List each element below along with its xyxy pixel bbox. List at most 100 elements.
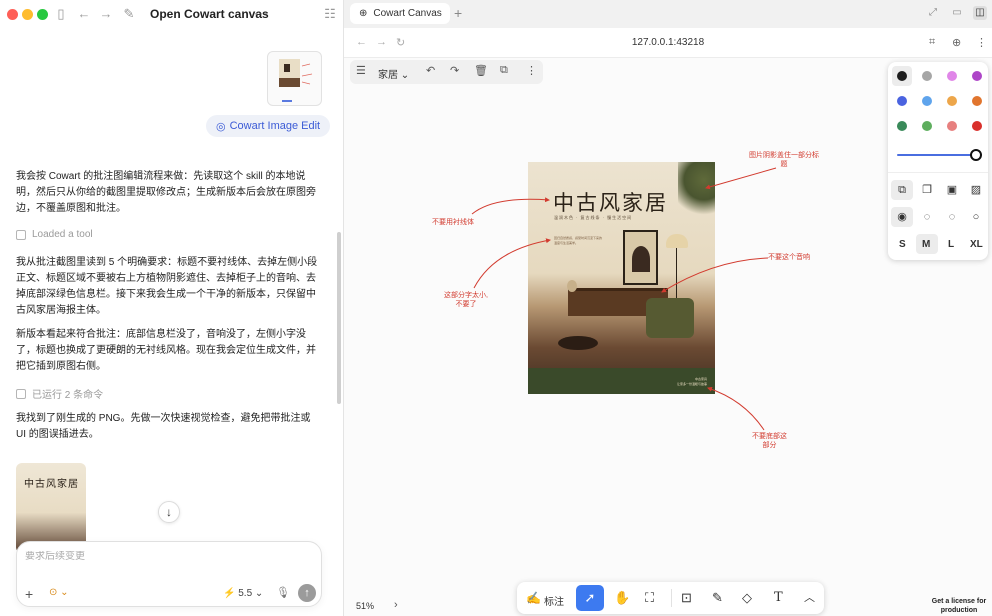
annotation-speaker[interactable]: 不要这个音响 — [768, 253, 810, 262]
size-m-button[interactable]: M — [922, 239, 930, 250]
select-tool-button[interactable]: ➚ — [576, 585, 604, 611]
close-window-button[interactable] — [7, 9, 18, 20]
pencil-tool-icon[interactable]: ✎ — [712, 590, 723, 606]
color-swatch[interactable] — [897, 96, 907, 106]
assistant-message: 我从批注截图里读到 5 个明确要求：标题不要衬线体、去掉左侧小段正文、标题区域不… — [16, 257, 318, 316]
undo-icon[interactable]: ↶ — [426, 64, 435, 77]
color-swatch[interactable] — [922, 121, 932, 131]
back-arrow-icon[interactable]: ← — [76, 6, 92, 22]
forward-arrow-icon[interactable]: → — [98, 6, 114, 22]
tool-status-label: Loaded a tool — [32, 229, 93, 240]
maximize-window-button[interactable] — [37, 9, 48, 20]
color-swatch[interactable] — [947, 96, 957, 106]
composer: + ⊙ ⌄ ⚡ 5.5 ⌄ 🎙 ↑ — [16, 541, 322, 607]
fill-semi-icon[interactable]: ❐ — [921, 184, 933, 196]
size-xl-button[interactable]: XL — [970, 239, 983, 250]
dash-solid-icon[interactable]: ○ — [970, 211, 982, 223]
attached-image-thumbnail[interactable] — [267, 51, 322, 106]
annotate-label[interactable]: 标注 — [544, 593, 564, 608]
chevron-right-icon[interactable]: › — [394, 599, 398, 611]
browser-pane: ⊕ Cowart Canvas + ⤢ ▭ ◫ ← → ↻ 127.0.0.1:… — [344, 0, 992, 616]
annotate-icon[interactable]: ✍ — [526, 590, 541, 606]
tool-status-line[interactable]: Loaded a tool — [16, 229, 93, 240]
fill-pattern-icon[interactable]: ▨ — [970, 184, 982, 196]
poster-title: 中古风家居 — [553, 191, 668, 215]
eraser-tool-icon[interactable]: ◇ — [742, 590, 752, 606]
hand-tool-icon[interactable]: ✋ — [614, 590, 630, 606]
wall-art — [632, 246, 650, 272]
color-swatch[interactable] — [897, 71, 907, 81]
zoom-level[interactable]: 51% — [356, 601, 374, 611]
color-swatch[interactable] — [947, 71, 957, 81]
frame-tool-icon[interactable]: ⛶ — [645, 590, 654, 606]
color-swatch[interactable] — [972, 71, 982, 81]
fill-solid-icon[interactable]: ▣ — [946, 184, 958, 196]
add-circle-icon[interactable]: ⊕ — [952, 36, 961, 49]
color-swatch[interactable] — [897, 121, 907, 131]
chat-scrollbar[interactable] — [337, 232, 341, 404]
add-attachment-icon[interactable]: + — [25, 586, 33, 602]
poster-subtitle: 温润木色 · 复古线条 · 慢生活空间 — [554, 215, 633, 220]
sidebar-toggle-icon[interactable]: ▯ — [53, 6, 69, 22]
duplicate-icon[interactable]: ⧉ — [500, 64, 508, 77]
browser-menu-icon[interactable]: ⋮ — [976, 36, 987, 49]
permission-mode-icon[interactable]: ⊙ ⌄ — [49, 587, 69, 598]
annotation-small-text[interactable]: 这部分字太小, 不要了 — [444, 291, 488, 309]
scroll-down-button[interactable]: ↓ — [158, 501, 180, 523]
microphone-icon[interactable]: 🎙 — [276, 586, 290, 599]
hamburger-menu-icon[interactable]: ☰ — [356, 64, 366, 77]
poster-footer-bar: 中古家具 让家多一份温暖与故事 — [528, 368, 715, 394]
composer-input[interactable] — [25, 551, 305, 562]
url-text[interactable]: 127.0.0.1:43218 — [344, 37, 992, 48]
color-swatch[interactable] — [922, 96, 932, 106]
assistant-message: 我会按 Cowart 的批注图编辑流程来做：先读取这个 skill 的本地说明，… — [16, 171, 316, 214]
generated-image-preview[interactable]: 中古风家居 — [16, 463, 86, 553]
dash-draw-icon[interactable]: ◉ — [896, 211, 908, 223]
opacity-slider-thumb[interactable] — [970, 149, 982, 161]
skill-pill[interactable]: ◎ Cowart Image Edit — [206, 115, 331, 137]
chevron-up-icon[interactable]: ︿ — [804, 590, 815, 606]
color-swatch[interactable] — [947, 121, 957, 131]
page-selector[interactable]: 家居 ⌄ — [378, 66, 409, 81]
commands-status-line[interactable]: 已运行 2 条命令 — [16, 386, 103, 401]
minimize-window-button[interactable] — [22, 9, 33, 20]
chevron-down-icon: ⌄ — [400, 70, 410, 81]
color-swatch[interactable] — [972, 121, 982, 131]
license-link[interactable]: Get a license for production — [928, 597, 990, 615]
redo-icon[interactable]: ↷ — [450, 64, 459, 77]
color-swatch[interactable] — [972, 96, 982, 106]
dash-dotted-icon[interactable]: ◌ — [946, 211, 958, 223]
size-l-button[interactable]: L — [948, 239, 954, 250]
annotation-shadow[interactable]: 图片阴影盖住一部分标 题 — [749, 151, 819, 169]
tool-icon — [16, 229, 26, 240]
size-s-button[interactable]: S — [899, 239, 906, 250]
poster-image[interactable]: 中古风家居 温润木色 · 复古线条 · 慢生活空间 回归自然质感，感受时间沉淀下… — [528, 162, 715, 394]
annotation-no-serif[interactable]: 不要用衬线体 — [432, 218, 474, 227]
image-tool-icon[interactable]: ⊡ — [681, 590, 692, 606]
screenshot-icon[interactable]: ⌗ — [929, 36, 935, 49]
new-tab-icon[interactable]: + — [454, 5, 462, 21]
url-bar: ← → ↻ 127.0.0.1:43218 ⌗ ⊕ ⋮ — [344, 28, 992, 58]
expand-icon[interactable]: ⤢ — [926, 6, 940, 20]
toolbar-divider — [671, 589, 672, 607]
send-button[interactable]: ↑ — [298, 584, 316, 602]
dash-dashed-icon[interactable]: ◌ — [921, 211, 933, 223]
color-swatch[interactable] — [922, 71, 932, 81]
delete-icon[interactable]: 🗑 — [474, 64, 488, 77]
annotation-bottom[interactable]: 不要底部这 部分 — [752, 432, 787, 450]
text-tool-icon[interactable]: T — [774, 590, 783, 606]
opacity-slider-track[interactable] — [897, 154, 975, 156]
browser-tab[interactable]: ⊕ Cowart Canvas — [350, 3, 450, 24]
terminal-panel-icon[interactable]: ▭ — [950, 6, 964, 20]
model-selector[interactable]: ⚡ 5.5 ⌄ — [223, 588, 263, 599]
list-settings-icon[interactable]: ☷ — [322, 6, 338, 22]
more-actions-icon[interactable]: ⋮ — [526, 64, 537, 77]
fill-none-icon[interactable]: ⧉ — [896, 184, 908, 196]
split-view-icon[interactable]: ◫ — [973, 6, 987, 20]
compose-icon[interactable]: ✎ — [121, 6, 137, 22]
model-version: 5.5 — [238, 588, 253, 599]
terminal-icon — [16, 388, 26, 399]
chat-titlebar: ▯ ← → ✎ Open Cowart canvas ··· ☷ — [0, 0, 344, 28]
more-options-icon[interactable]: ··· — [254, 6, 269, 20]
panel-divider — [888, 172, 988, 173]
